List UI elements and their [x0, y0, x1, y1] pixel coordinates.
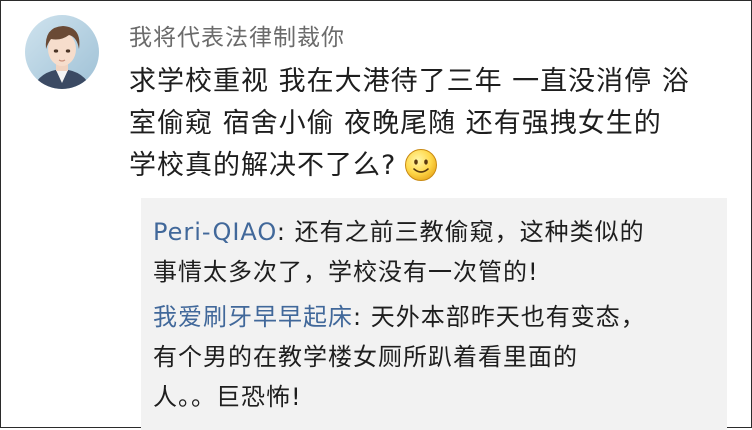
reply-item: 我爱刷牙早早起床: 天外本部昨天也有变态， 有个男的在教学楼女厕所趴着看里面的 …: [153, 297, 646, 417]
comment-username[interactable]: 我将代表法律制裁你: [129, 18, 345, 52]
reply-separator: :: [353, 303, 371, 331]
reply-line: 有个男的在教学楼女厕所趴着看里面的: [153, 343, 578, 371]
comment-line-text: 学校真的解决不了么?: [129, 150, 397, 181]
reply-author-link[interactable]: Peri-QIAO: [153, 218, 277, 246]
reply-text: 还有之前三教偷窥，这种类似的: [294, 218, 645, 246]
comment-line-last: 学校真的解决不了么?: [129, 145, 729, 187]
reply-list: Peri-QIAO: 还有之前三教偷窥，这种类似的 事情太多次了，学校没有一次管…: [141, 198, 727, 430]
reply-author-link[interactable]: 我爱刷牙早早起床: [153, 303, 353, 331]
comment-line: 求学校重视 我在大港待了三年 一直没消停 浴: [129, 66, 690, 97]
avatar-image: [25, 15, 99, 89]
reply-line: 事情太多次了，学校没有一次管的!: [153, 258, 539, 286]
smile-emoji-icon: [404, 148, 438, 182]
reply-line: 人。。巨恐怖!: [153, 383, 302, 411]
reply-line: 我爱刷牙早早起床: 天外本部昨天也有变态，: [153, 297, 646, 337]
reply-separator: :: [276, 218, 295, 246]
comment-body: 求学校重视 我在大港待了三年 一直没消停 浴 室偷窥 宿舍小偷 夜晚尾随 还有强…: [129, 61, 729, 187]
reply-text: 天外本部昨天也有变态，: [370, 303, 646, 331]
comment-line: 室偷窥 宿舍小偷 夜晚尾随 还有强拽女生的: [129, 108, 662, 139]
comment-card: 我将代表法律制裁你 求学校重视 我在大港待了三年 一直没消停 浴 室偷窥 宿舍小…: [0, 0, 752, 430]
reply-item: Peri-QIAO: 还有之前三教偷窥，这种类似的 事情太多次了，学校没有一次管…: [153, 212, 645, 292]
avatar[interactable]: [25, 15, 99, 89]
reply-line: Peri-QIAO: 还有之前三教偷窥，这种类似的: [153, 212, 645, 252]
